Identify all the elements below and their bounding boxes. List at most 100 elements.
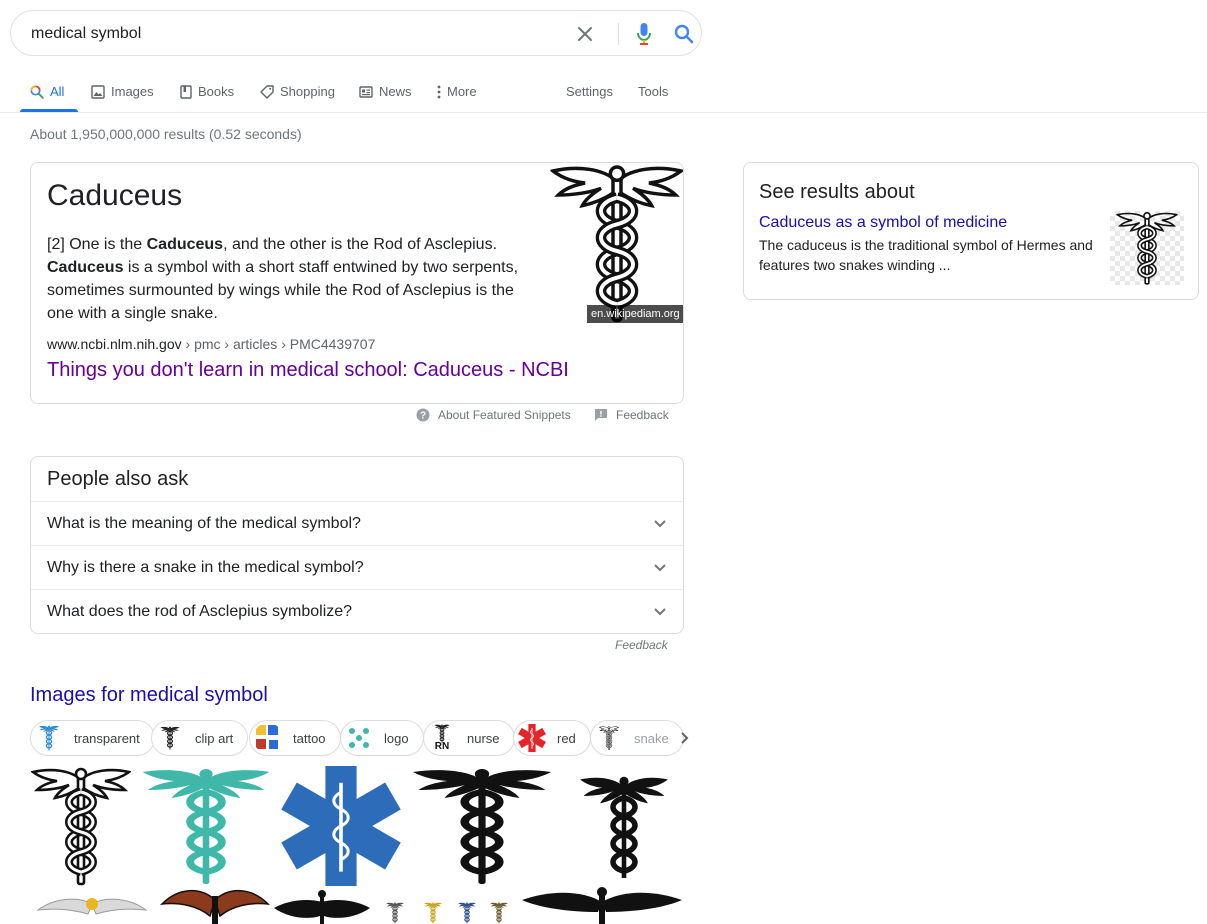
snippet-text-bold: Caduceus: [146, 236, 224, 253]
chip-thumb: [155, 723, 185, 753]
search-bar: [10, 10, 702, 56]
red-star-icon: [518, 724, 546, 752]
feedback-icon: [595, 409, 607, 421]
about-featured-snippets[interactable]: ? About Featured Snippets: [416, 408, 571, 422]
tab-label: Shopping: [280, 84, 335, 99]
about-label: About Featured Snippets: [438, 408, 571, 422]
snippet-text-bold: Caduceus: [47, 259, 124, 276]
image-icon: [91, 84, 105, 99]
voice-search-button[interactable]: [631, 20, 657, 48]
chip-label: nurse: [467, 730, 500, 746]
black-wings-image: [274, 890, 370, 924]
paa-question-text: What does the rod of Asclepius symbolize…: [47, 602, 353, 620]
paa-question[interactable]: What is the meaning of the medical symbo…: [31, 501, 683, 545]
chip-red[interactable]: red: [513, 720, 591, 756]
gold-wings-image: [36, 898, 148, 915]
chip-nurse[interactable]: RN nurse: [423, 720, 515, 756]
chips-next-button[interactable]: [674, 727, 696, 749]
side-entity-link[interactable]: Caduceus as a symbol of medicine: [759, 214, 1007, 232]
paa-question[interactable]: Why is there a snake in the medical symb…: [31, 545, 683, 589]
tab-shopping[interactable]: Shopping: [260, 70, 335, 113]
star-of-life-image: [280, 766, 402, 886]
microphone-icon: [637, 23, 651, 45]
snippet-link[interactable]: Things you don't learn in medical school…: [47, 359, 569, 382]
snippet-text-part: [2] One is the: [47, 236, 147, 253]
book-icon: [180, 84, 192, 99]
result-stats: About 1,950,000,000 results (0.52 second…: [30, 126, 302, 142]
caduceus-teal-image: [140, 766, 272, 886]
snippet-text: [2] One is the Caduceus, and the other i…: [47, 233, 532, 325]
cite-path: › pmc › articles › PMC4439707: [181, 336, 376, 352]
tab-more[interactable]: More: [437, 70, 477, 113]
chip-label: clip art: [195, 730, 234, 746]
chip-label: tattoo: [293, 730, 326, 746]
chip-tattoo[interactable]: tattoo: [249, 720, 341, 756]
chip-thumb: RN: [427, 723, 457, 753]
chip-label: logo: [384, 730, 409, 746]
caduceus-icon: [158, 726, 182, 750]
tab-tools[interactable]: Tools: [638, 70, 668, 113]
image-result[interactable]: [520, 878, 684, 924]
chip-logo[interactable]: logo: [340, 720, 424, 756]
rn-text: RN: [435, 741, 449, 752]
tab-settings[interactable]: Settings: [566, 70, 613, 113]
image-result[interactable]: [564, 766, 684, 886]
paa-feedback[interactable]: Feedback: [615, 638, 668, 652]
search-button[interactable]: [670, 20, 698, 48]
images-section-title[interactable]: Images for medical symbol: [30, 684, 268, 707]
paa-question-text: What is the meaning of the medical symbo…: [47, 514, 361, 532]
tab-news[interactable]: News: [359, 70, 412, 113]
search-icon: [674, 24, 694, 44]
caduceus-small-image: [564, 774, 684, 884]
tag-icon: [260, 84, 274, 99]
news-icon: [359, 85, 373, 98]
tab-label: News: [379, 84, 412, 99]
search-input[interactable]: [31, 21, 551, 47]
snippet-title: Caduceus: [47, 179, 183, 212]
clear-search-button[interactable]: [572, 21, 598, 47]
side-thumbnail[interactable]: [1110, 211, 1184, 285]
image-result[interactable]: [410, 766, 554, 886]
chip-thumb: [253, 723, 283, 753]
image-result[interactable]: [140, 766, 272, 886]
image-result[interactable]: [376, 896, 516, 924]
snippet-text-part: , and the other is the Rod of Asclepius.: [223, 236, 498, 253]
image-filter-chips: transparent clip art tattoo logo RN nurs…: [30, 720, 690, 756]
chevron-down-icon: [654, 519, 666, 527]
tattoo-thumb-icon: [256, 725, 278, 749]
image-result[interactable]: [160, 886, 270, 924]
chip-transparent[interactable]: transparent: [30, 720, 155, 756]
chip-thumb: [594, 723, 624, 753]
chip-label: snake: [634, 730, 669, 746]
tab-books[interactable]: Books: [180, 70, 234, 113]
snippet-feedback[interactable]: Feedback: [594, 408, 669, 422]
search-divider: [618, 23, 619, 45]
chip-clip-art[interactable]: clip art: [151, 720, 249, 756]
caduceus-thumbnail: [1110, 211, 1184, 285]
snippet-cite: www.ncbi.nlm.nih.gov › pmc › articles › …: [47, 336, 375, 352]
chip-thumb: [344, 723, 374, 753]
search-icon: [30, 84, 44, 99]
see-results-about-panel: See results about Caduceus as a symbol o…: [743, 162, 1199, 300]
image-result[interactable]: [280, 766, 402, 886]
active-tab-indicator: [20, 109, 78, 112]
tab-images[interactable]: Images: [91, 70, 154, 113]
chip-label: red: [557, 730, 576, 746]
close-icon: [578, 27, 592, 41]
caduceus-black-image: [410, 766, 554, 886]
paa-question[interactable]: What does the rod of Asclepius symbolize…: [31, 589, 683, 633]
image-result[interactable]: [272, 888, 372, 924]
side-description: The caduceus is the traditional symbol o…: [759, 237, 1093, 273]
chip-thumb: [34, 723, 64, 753]
cite-domain: www.ncbi.nlm.nih.gov: [47, 336, 182, 352]
caduceus-icon: [36, 725, 62, 751]
image-result[interactable]: [30, 766, 132, 886]
tab-label: All: [50, 84, 65, 99]
tab-all[interactable]: All: [30, 70, 64, 113]
tab-label: Tools: [638, 84, 669, 99]
side-title: See results about: [759, 181, 915, 203]
snippet-image[interactable]: [549, 163, 684, 323]
chip-snake[interactable]: snake: [590, 720, 684, 756]
tab-label: More: [447, 84, 477, 99]
image-result[interactable]: [30, 890, 154, 924]
